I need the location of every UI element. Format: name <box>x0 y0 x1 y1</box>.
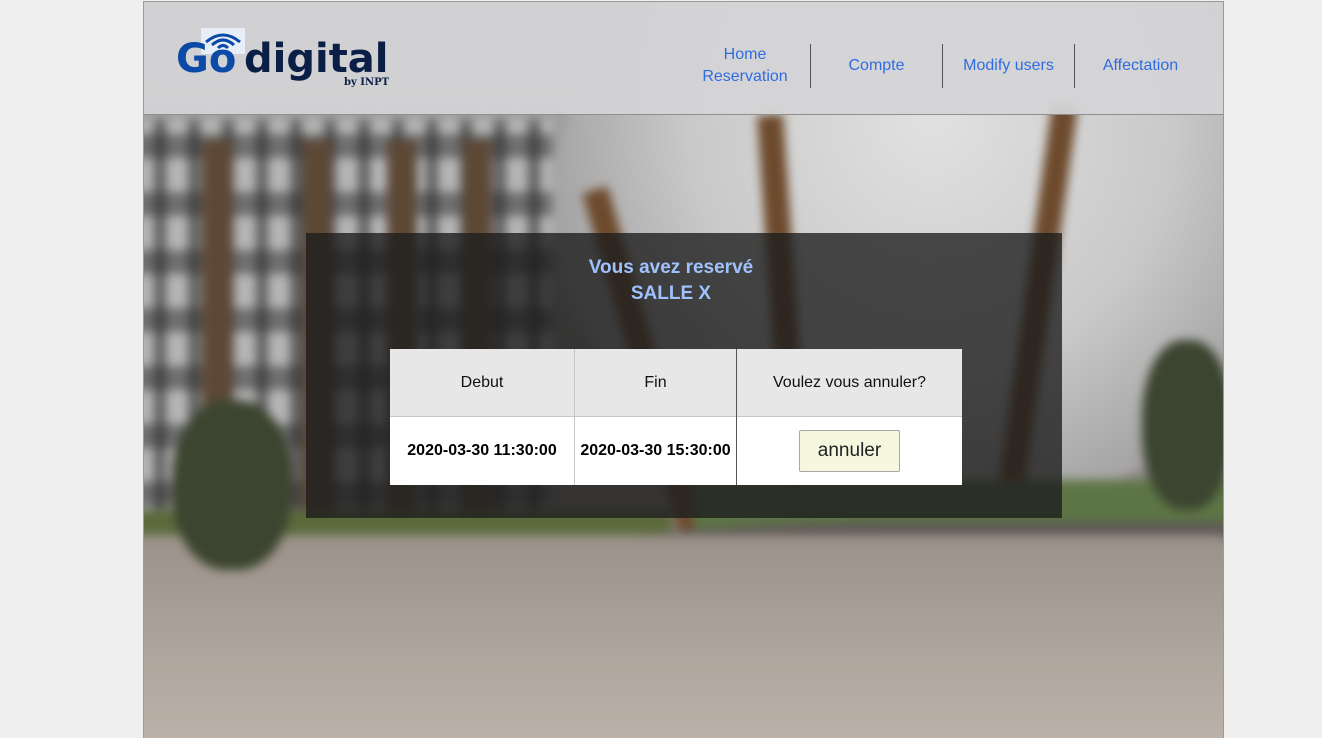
tree-shape <box>172 400 292 570</box>
column-header-debut: Debut <box>390 349 575 417</box>
tree-shape <box>1142 340 1223 510</box>
cell-fin: 2020-03-30 15:30:00 <box>574 416 737 485</box>
logo-sub-text: by INPT <box>344 77 390 88</box>
nav-item-modify-users[interactable]: Modify users <box>943 44 1075 88</box>
nav-item-home-reservation[interactable]: Home Reservation <box>680 44 811 88</box>
reservation-room-name: SALLE X <box>630 283 712 304</box>
logo-digital-text: digital <box>244 36 389 82</box>
column-header-fin: Fin <box>574 349 737 417</box>
table-row: 2020-03-30 11:30:00 2020-03-30 15:30:00 … <box>390 416 962 485</box>
column-header-annuler: Voulez vous annuler? <box>736 349 962 417</box>
reservation-title: Vous avez reservé SALLE X <box>306 255 1036 307</box>
main-nav: Home Reservation Compte Modify users Aff… <box>680 44 1206 90</box>
cell-debut: 2020-03-30 11:30:00 <box>390 416 575 485</box>
logo-go-text: Go <box>176 36 236 82</box>
nav-item-compte[interactable]: Compte <box>811 44 943 88</box>
annuler-button[interactable]: annuler <box>799 430 900 472</box>
table-header-row: Debut Fin Voulez vous annuler? <box>390 349 962 417</box>
godigital-logo[interactable]: Go digital by INPT <box>176 28 396 88</box>
reservation-table: Debut Fin Voulez vous annuler? 2020-03-3… <box>390 349 962 485</box>
site-header: Go digital by INPT Home Reservation Comp… <box>144 2 1223 115</box>
nav-item-affectation[interactable]: Affectation <box>1075 44 1206 88</box>
cell-action: annuler <box>736 416 962 485</box>
reservation-title-line1: Vous avez reservé <box>588 257 754 278</box>
page: Go digital by INPT Home Reservation Comp… <box>143 1 1224 738</box>
reservation-panel: Vous avez reservé SALLE X Debut Fin Voul… <box>306 233 1062 518</box>
road-shape <box>144 535 1223 738</box>
